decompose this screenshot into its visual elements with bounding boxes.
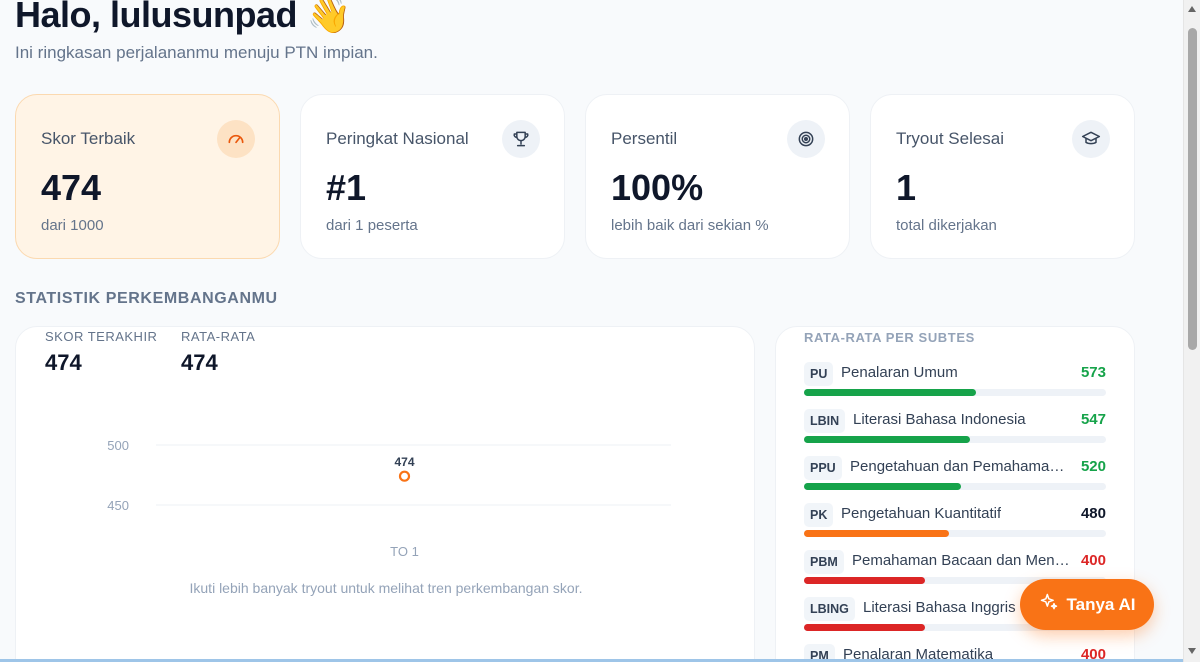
card-sub: dari 1 peserta bbox=[326, 217, 418, 234]
subtest-score: 400 bbox=[1080, 552, 1106, 569]
y-tick-label: 500 bbox=[107, 438, 129, 453]
trophy-icon bbox=[502, 120, 540, 158]
card-sub: total dikerjakan bbox=[896, 217, 997, 234]
score-trend-chart: 500 450 474 TO 1 bbox=[107, 438, 671, 559]
subtest-row: PK Pengetahuan Kuantitatif 480 bbox=[804, 503, 1106, 543]
subtest-score: 573 bbox=[1080, 364, 1106, 381]
card-value: 474 bbox=[41, 167, 102, 208]
subtest-score: 520 bbox=[1080, 458, 1106, 475]
subtest-row: LBIN Literasi Bahasa Indonesia 547 bbox=[804, 409, 1106, 449]
subtest-progress-fill bbox=[804, 436, 971, 443]
subtest-code-badge: LBIN bbox=[804, 409, 846, 433]
subtest-progress-fill bbox=[804, 483, 962, 490]
gauge-icon bbox=[217, 120, 255, 158]
subtest-progress-track bbox=[804, 483, 1106, 490]
greeting-title-text: Halo, lulusunpad bbox=[15, 0, 298, 35]
data-label: 474 bbox=[394, 455, 414, 469]
card-sub: dari 1000 bbox=[41, 217, 104, 234]
card-label: Peringkat Nasional bbox=[326, 129, 469, 148]
scroll-thumb[interactable] bbox=[1188, 28, 1197, 350]
card-label: Tryout Selesai bbox=[896, 129, 1005, 148]
subtest-code-badge: PPU bbox=[804, 456, 842, 480]
subtest-name: Pengetahuan dan Pemahaman Umum bbox=[850, 458, 1071, 475]
subtest-score: 547 bbox=[1080, 411, 1106, 428]
scroll-down-arrow-icon[interactable] bbox=[1188, 648, 1196, 654]
scroll-up-arrow-icon[interactable] bbox=[1188, 6, 1196, 12]
data-point[interactable] bbox=[398, 470, 411, 482]
subtest-name: Penalaran Umum bbox=[841, 364, 958, 381]
graduation-cap-icon bbox=[1072, 120, 1110, 158]
subtest-progress-fill bbox=[804, 530, 949, 537]
page-scrollbar[interactable] bbox=[1183, 0, 1200, 662]
subtest-row: PPU Pengetahuan dan Pemahaman Umum 520 bbox=[804, 456, 1106, 496]
section-title: STATISTIK PERKEMBANGANMU bbox=[15, 290, 278, 307]
card-value: 1 bbox=[896, 167, 917, 208]
chart-note: Ikuti lebih banyak tryout untuk melihat … bbox=[189, 580, 583, 596]
progress-chart-panel: SKOR TERAKHIR 474 RATA-RATA 474 500 450 47… bbox=[15, 326, 755, 662]
card-value: #1 bbox=[326, 167, 367, 208]
subtest-name: Pemahaman Bacaan dan Menulis bbox=[852, 552, 1071, 569]
card-national-rank: Peringkat Nasional #1 dari 1 peserta bbox=[300, 94, 565, 259]
subtest-progress-track bbox=[804, 436, 1106, 443]
subtest-row: PU Penalaran Umum 573 bbox=[804, 362, 1106, 402]
card-label: Persentil bbox=[611, 129, 678, 148]
greeting-title: Halo, lulusunpad 👋 bbox=[15, 0, 351, 36]
card-best-score: Skor Terbaik 474 dari 1000 bbox=[15, 94, 280, 259]
subtest-progress-fill bbox=[804, 624, 925, 631]
subtest-code-badge: PBM bbox=[804, 550, 844, 574]
subtest-code-badge: PU bbox=[804, 362, 834, 386]
subtest-title: RATA-RATA PER SUBTES bbox=[804, 330, 975, 345]
sparkle-icon bbox=[1039, 592, 1059, 617]
ask-ai-button[interactable]: Tanya AI bbox=[1020, 579, 1154, 630]
card-label: Skor Terbaik bbox=[41, 129, 136, 148]
subtest-code-badge: LBING bbox=[804, 597, 855, 621]
subtest-progress-fill bbox=[804, 577, 925, 584]
card-tryout-done: Tryout Selesai 1 total dikerjakan bbox=[870, 94, 1135, 259]
subtest-name: Literasi Bahasa Inggris bbox=[863, 599, 1016, 616]
subtest-progress-track bbox=[804, 389, 1106, 396]
card-percentile: Persentil 100% lebih baik dari sekian % bbox=[585, 94, 850, 259]
subtest-progress-fill bbox=[804, 389, 977, 396]
subtest-code-badge: PK bbox=[804, 503, 834, 527]
card-sub: lebih baik dari sekian % bbox=[611, 217, 769, 234]
y-tick-label: 450 bbox=[107, 498, 129, 513]
card-value: 100% bbox=[611, 167, 704, 208]
subtest-progress-track bbox=[804, 530, 1106, 537]
target-icon bbox=[787, 120, 825, 158]
ask-ai-label: Tanya AI bbox=[1066, 594, 1136, 614]
greeting-subtitle: Ini ringkasan perjalananmu menuju PTN im… bbox=[15, 43, 378, 62]
subtest-name: Pengetahuan Kuantitatif bbox=[841, 505, 1002, 522]
subtest-name: Literasi Bahasa Indonesia bbox=[853, 411, 1026, 428]
x-tick-label: TO 1 bbox=[390, 544, 419, 559]
subtest-score: 480 bbox=[1080, 505, 1106, 522]
waving-hand-icon: 👋 bbox=[306, 0, 352, 35]
